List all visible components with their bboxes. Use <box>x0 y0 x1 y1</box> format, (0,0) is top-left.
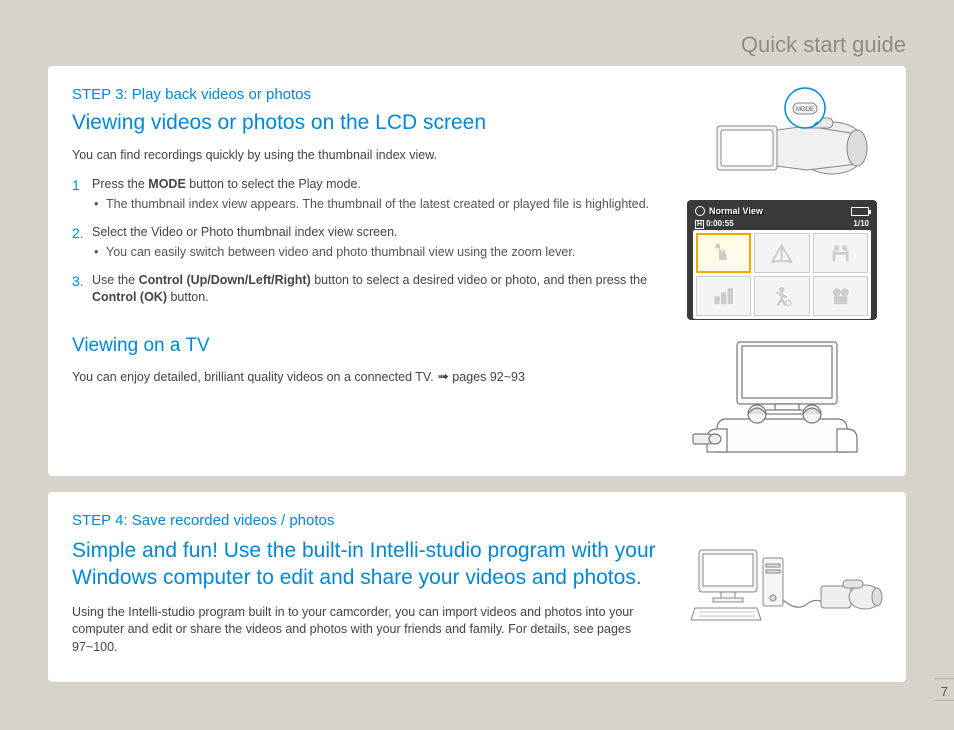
lcd-move-label: Move <box>787 321 807 330</box>
step-2: Select the Video or Photo thumbnail inde… <box>72 224 662 262</box>
play-icon <box>845 321 853 329</box>
zoom-label: ZOOM <box>693 322 716 329</box>
lcd-bottom-bar: ZOOM Photo Move Play <box>693 319 871 330</box>
step-1-bullet: The thumbnail index view appears. The th… <box>106 196 662 214</box>
page-separator-bottom <box>934 700 954 701</box>
section-step4-text: STEP 4: Save recorded videos / photos Si… <box>72 512 662 656</box>
lcd-sub-bar: H0:00:55 1/10 <box>693 219 871 230</box>
section-step4: STEP 4: Save recorded videos / photos Si… <box>48 492 906 682</box>
mode-label-text: MODE <box>796 107 814 113</box>
page-separator-top <box>934 678 954 679</box>
lcd-play-label: Play <box>855 321 871 330</box>
header-title: Quick start guide <box>741 32 906 57</box>
battery-icon <box>851 207 869 216</box>
section-step3-text: STEP 3: Play back videos or photos Viewi… <box>72 86 662 454</box>
section-step3: STEP 3: Play back videos or photos Viewi… <box>48 66 906 476</box>
page-number-wrap: 7 <box>935 682 954 701</box>
rec-icon <box>695 206 705 216</box>
section-step3-illustrations: MODE Normal View H0:00:55 1/10 <box>682 86 882 454</box>
thumbnail-4 <box>696 276 751 316</box>
heading-tv-viewing: Viewing on a TV <box>72 335 662 357</box>
step4-body: Using the Intelli-studio program built i… <box>72 604 662 657</box>
lcd-count: 1/10 <box>853 219 869 228</box>
lcd-title: Normal View <box>709 206 763 216</box>
thumbnail-grid <box>693 230 871 319</box>
lcd-top-bar: Normal View <box>693 204 871 219</box>
camcorder-illustration: MODE <box>687 86 877 186</box>
page-number: 7 <box>935 682 954 701</box>
pc-camcorder-illustration <box>687 542 877 627</box>
step-2-bullet: You can easily switch between video and … <box>106 244 662 262</box>
steps-list: Press the MODE button to select the Play… <box>72 176 662 307</box>
lcd-time: 0:00:55 <box>706 219 734 228</box>
thumbnail-5 <box>754 276 809 316</box>
step-1: Press the MODE button to select the Play… <box>72 176 662 214</box>
section-step4-illustration <box>682 512 882 656</box>
intro-paragraph: You can find recordings quickly by using… <box>72 147 662 164</box>
step3-label: STEP 3: Play back videos or photos <box>72 86 662 103</box>
move-icon <box>777 321 785 329</box>
thumbnail-3 <box>813 233 868 273</box>
main-container: STEP 3: Play back videos or photos Viewi… <box>0 58 954 682</box>
lcd-screen-illustration: Normal View H0:00:55 1/10 ZOOM Photo <box>687 200 877 320</box>
step4-label: STEP 4: Save recorded videos / photos <box>72 512 662 529</box>
page-header: Quick start guide <box>0 0 954 58</box>
thumbnail-1 <box>696 233 751 273</box>
tv-illustration <box>687 334 877 454</box>
step-3: Use the Control (Up/Down/Left/Right) but… <box>72 272 662 307</box>
thumbnail-2 <box>754 233 809 273</box>
heading-intelli-studio: Simple and fun! Use the built-in Intelli… <box>72 537 662 592</box>
tv-paragraph: You can enjoy detailed, brilliant qualit… <box>72 367 662 387</box>
heading-lcd-viewing: Viewing videos or photos on the LCD scre… <box>72 111 662 135</box>
thumbnail-6 <box>813 276 868 316</box>
lcd-photo-label: Photo <box>718 321 741 330</box>
hd-icon: H <box>695 220 704 229</box>
